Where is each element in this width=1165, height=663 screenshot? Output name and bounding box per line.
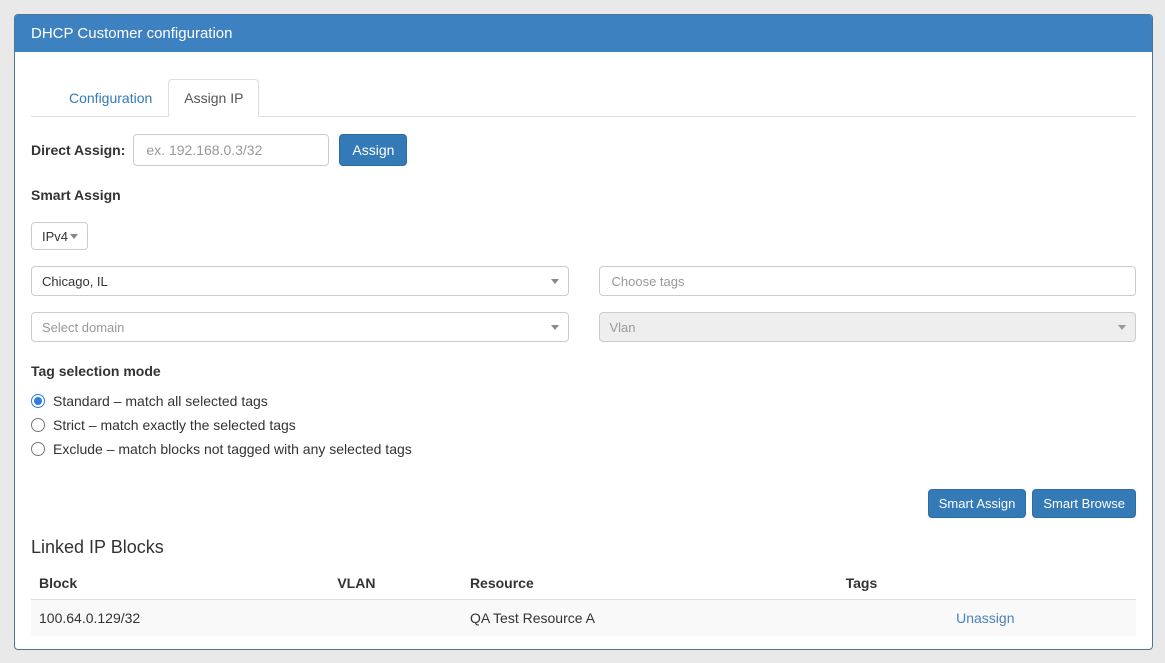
radio-option-strict[interactable]: Strict – match exactly the selected tags bbox=[31, 417, 1136, 433]
page: DHCP Customer configuration Configuratio… bbox=[0, 0, 1165, 663]
unassign-link[interactable]: Unassign bbox=[956, 610, 1014, 626]
caret-down-icon bbox=[1118, 325, 1126, 330]
direct-assign-input[interactable] bbox=[133, 134, 329, 166]
linked-ip-blocks-heading: Linked IP Blocks bbox=[31, 537, 1136, 558]
radio-icon[interactable] bbox=[31, 418, 45, 432]
domain-select[interactable]: Select domain bbox=[31, 312, 569, 342]
cell-tags bbox=[838, 600, 949, 637]
radio-option-label: Exclude – match blocks not tagged with a… bbox=[53, 441, 412, 457]
smart-assign-heading: Smart Assign bbox=[31, 187, 1136, 203]
radio-icon[interactable] bbox=[31, 394, 45, 408]
radio-icon[interactable] bbox=[31, 442, 45, 456]
panel-title: DHCP Customer configuration bbox=[15, 15, 1152, 52]
direct-assign-row: Direct Assign: Assign bbox=[31, 134, 1136, 166]
column-header-resource: Resource bbox=[462, 567, 838, 600]
tag-selection-mode-heading: Tag selection mode bbox=[31, 363, 1136, 379]
radio-option-exclude[interactable]: Exclude – match blocks not tagged with a… bbox=[31, 441, 1136, 457]
tab-bar: Configuration Assign IP bbox=[31, 79, 1136, 117]
radio-option-standard[interactable]: Standard – match all selected tags bbox=[31, 393, 1136, 409]
ip-version-value: IPv4 bbox=[42, 229, 68, 244]
radio-option-label: Strict – match exactly the selected tags bbox=[53, 417, 296, 433]
region-select-value: Chicago, IL bbox=[42, 274, 108, 289]
smart-browse-button[interactable]: Smart Browse bbox=[1032, 489, 1136, 518]
assign-button[interactable]: Assign bbox=[339, 134, 407, 166]
caret-down-icon bbox=[551, 279, 559, 284]
table-row: 100.64.0.129/32 QA Test Resource A Unass… bbox=[31, 600, 1136, 637]
choose-tags-input[interactable] bbox=[599, 266, 1137, 296]
cell-vlan bbox=[329, 600, 462, 637]
tag-mode-radio-group: Standard – match all selected tags Stric… bbox=[31, 393, 1136, 457]
table-header-row: Block VLAN Resource Tags bbox=[31, 567, 1136, 600]
column-header-action bbox=[948, 567, 1136, 600]
vlan-select: Vlan bbox=[599, 312, 1137, 342]
vlan-select-placeholder: Vlan bbox=[610, 320, 636, 335]
column-header-block: Block bbox=[31, 567, 329, 600]
caret-down-icon bbox=[551, 325, 559, 330]
ip-version-select[interactable]: IPv4 bbox=[31, 222, 88, 250]
dhcp-config-panel: DHCP Customer configuration Configuratio… bbox=[14, 14, 1153, 650]
smart-assign-form: Chicago, IL Select domain Vlan bbox=[31, 266, 1136, 342]
column-header-vlan: VLAN bbox=[329, 567, 462, 600]
panel-body: Configuration Assign IP Direct Assign: A… bbox=[15, 79, 1152, 650]
cell-block: 100.64.0.129/32 bbox=[31, 600, 329, 637]
domain-select-placeholder: Select domain bbox=[42, 320, 124, 335]
tab-configuration[interactable]: Configuration bbox=[53, 79, 168, 117]
column-header-tags: Tags bbox=[838, 567, 949, 600]
radio-option-label: Standard – match all selected tags bbox=[53, 393, 268, 409]
smart-actions-row: Smart Assign Smart Browse bbox=[31, 489, 1136, 518]
caret-down-icon bbox=[70, 234, 78, 239]
smart-assign-button[interactable]: Smart Assign bbox=[928, 489, 1027, 518]
tab-assign-ip[interactable]: Assign IP bbox=[168, 79, 259, 117]
direct-assign-label: Direct Assign: bbox=[31, 142, 125, 158]
linked-ip-blocks-table: Block VLAN Resource Tags 100.64.0.129/32… bbox=[31, 567, 1136, 636]
region-select[interactable]: Chicago, IL bbox=[31, 266, 569, 296]
cell-resource: QA Test Resource A bbox=[462, 600, 838, 637]
